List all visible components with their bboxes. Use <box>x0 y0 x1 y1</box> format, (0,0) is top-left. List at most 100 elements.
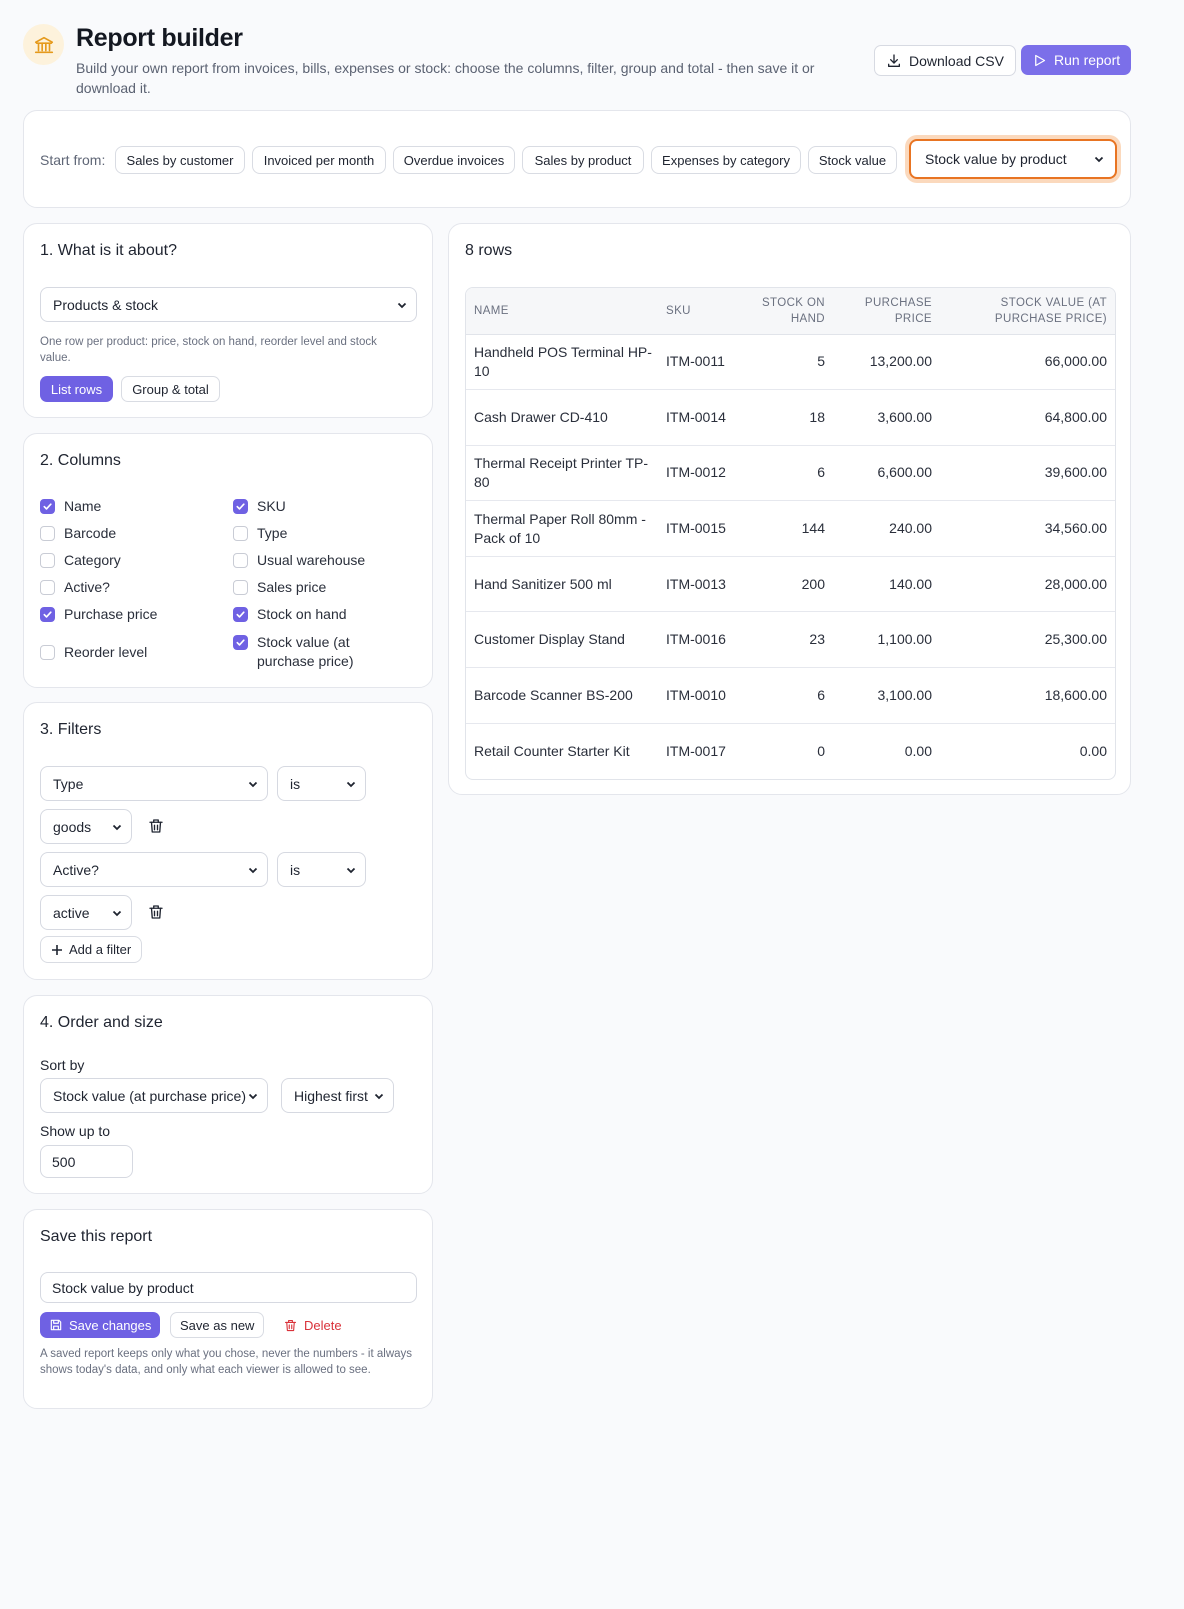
checkbox-checked[interactable] <box>40 499 55 514</box>
list-rows-button[interactable]: List rows <box>40 376 113 402</box>
trash-icon[interactable] <box>147 903 165 921</box>
show-up-to-label: Show up to <box>40 1123 111 1139</box>
checkbox-checked[interactable] <box>40 607 55 622</box>
column-checkbox-item[interactable]: Purchase price <box>40 605 157 624</box>
delete-button[interactable]: Delete <box>274 1312 351 1338</box>
cell-purchase-price: 3,100.00 <box>833 667 940 724</box>
cell-sku: ITM-0017 <box>666 742 726 759</box>
column-checkbox-item[interactable]: Sales price <box>233 578 403 597</box>
cell-stock-value: 64,800.00 <box>940 389 1115 446</box>
column-checkbox-item[interactable]: Stock on hand <box>233 605 403 624</box>
preset-chip-sales-by-product[interactable]: Sales by product <box>522 146 644 174</box>
cell-sku: ITM-0013 <box>666 556 736 613</box>
checkbox-unchecked[interactable] <box>40 526 55 541</box>
download-csv-label: Download CSV <box>909 52 1004 69</box>
column-checkbox-item[interactable]: Barcode <box>40 524 116 543</box>
cell-sku: ITM-0016 <box>666 611 736 669</box>
column-header-purchase-price[interactable]: Purchase price <box>833 288 940 335</box>
row-count: 8 rows <box>465 242 513 259</box>
column-header-stock-on-hand[interactable]: Stock on hand <box>736 288 833 335</box>
checkbox-checked[interactable] <box>233 607 248 622</box>
saved-report-value: Stock value by product <box>925 151 1067 167</box>
filter-value-select[interactable]: active <box>40 895 132 930</box>
column-checkbox-item[interactable]: Category <box>40 551 121 570</box>
filter-operator-select[interactable]: is <box>277 852 366 887</box>
cell-sku: ITM-0012 <box>666 445 736 502</box>
column-checkbox-item[interactable]: Usual warehouse <box>233 551 403 570</box>
check-icon <box>236 611 245 618</box>
column-checkbox-label: Purchase price <box>64 606 158 622</box>
cell-stock-on-hand: 6 <box>736 667 833 724</box>
cell-purchase-price: 6,600.00 <box>833 445 940 502</box>
column-header-name[interactable]: Name <box>466 288 666 335</box>
cell-stock-value: 28,000.00 <box>940 556 1115 613</box>
order-title: 4. Order and size <box>40 1014 163 1031</box>
table-row: Retail Counter Starter Kit ITM-0017 0 0.00 0… <box>466 723 1115 779</box>
sort-field-select[interactable]: Stock value (at purchase price) <box>40 1078 268 1113</box>
column-checkbox-label: SKU <box>257 498 286 514</box>
filter-operator-select[interactable]: is <box>277 766 366 801</box>
sort-direction-value: Highest first <box>294 1087 368 1104</box>
trash-icon <box>284 1319 297 1331</box>
trash-icon[interactable] <box>147 817 165 835</box>
run-report-button[interactable]: Run report <box>1021 45 1132 75</box>
table-header-row: Name SKU Stock on hand Purchase price St… <box>466 288 1115 335</box>
column-checkbox-item[interactable]: Type <box>233 524 403 543</box>
preset-chip-sales-by-customer[interactable]: Sales by customer <box>115 146 245 174</box>
checkbox-unchecked[interactable] <box>233 580 248 595</box>
sort-by-label: Sort by <box>40 1057 85 1073</box>
column-checkbox-item[interactable]: Active? <box>40 578 110 597</box>
filter-field-select[interactable]: Active? <box>40 852 268 887</box>
column-header-sku[interactable]: SKU <box>666 288 736 335</box>
preset-chip-overdue-invoices[interactable]: Overdue invoices <box>393 146 515 174</box>
chevron-down-icon <box>346 867 356 873</box>
save-note: A saved report keeps only what you chose… <box>40 1348 413 1376</box>
cell-sku: ITM-0011 <box>666 334 736 391</box>
group-total-button[interactable]: Group & total <box>121 376 220 402</box>
filter-field-select[interactable]: Type <box>40 766 268 801</box>
check-icon <box>43 611 52 618</box>
table-row: Thermal Paper Roll 80mm - Pack of 10 ITM-… <box>466 500 1115 557</box>
download-csv-button[interactable]: Download CSV <box>874 45 1016 76</box>
columns-section: 2. Columns Name SKU Barcode Type Category Usu… <box>23 433 433 688</box>
column-checkbox-item[interactable]: Reorder level <box>40 643 147 662</box>
data-source-select[interactable]: Products & stock <box>40 287 417 322</box>
report-name-input[interactable]: Stock value by product <box>40 1272 417 1303</box>
column-header-stock-value[interactable]: Stock value (at purchase price) <box>940 288 1115 335</box>
checkbox-unchecked[interactable] <box>40 645 55 660</box>
checkbox-unchecked[interactable] <box>40 553 55 568</box>
preset-chip-stock-value[interactable]: Stock value <box>808 146 897 174</box>
checkbox-checked[interactable] <box>233 499 248 514</box>
column-checkbox-item[interactable]: SKU <box>233 497 403 516</box>
results-table: Name SKU Stock on hand Purchase price St… <box>466 288 1115 779</box>
check-icon <box>236 639 245 646</box>
preset-chip-invoiced-per-month[interactable]: Invoiced per month <box>252 146 386 174</box>
filter-value-select[interactable]: goods <box>40 809 132 844</box>
cell-name: Thermal Paper Roll 80mm - Pack of 10 <box>466 500 666 557</box>
about-section: 1. What is it about? Products & stock On… <box>23 223 433 418</box>
cell-purchase-price: 3,600.00 <box>833 389 940 446</box>
column-checkbox-label: Usual warehouse <box>257 552 366 568</box>
page-title: Report builder <box>76 24 243 52</box>
cell-stock-value: 39,600.00 <box>940 445 1115 502</box>
save-title: Save this report <box>40 1228 153 1245</box>
cell-stock-on-hand: 5 <box>736 334 833 391</box>
sort-direction-select[interactable]: Highest first <box>281 1078 394 1113</box>
checkbox-unchecked[interactable] <box>233 526 248 541</box>
column-checkbox-label: Name <box>64 498 102 514</box>
filter-value: goods <box>53 818 92 835</box>
saved-report-select[interactable]: Stock value by product <box>909 139 1117 179</box>
filter-field-value: Active? <box>53 861 99 878</box>
checkbox-checked[interactable] <box>233 635 248 650</box>
column-checkbox-label: Active? <box>64 579 110 595</box>
column-checkbox-item[interactable]: Stock value (at purchase price) <box>233 633 403 671</box>
checkbox-unchecked[interactable] <box>233 553 248 568</box>
cell-name: Cash Drawer CD-410 <box>466 389 666 446</box>
checkbox-unchecked[interactable] <box>40 580 55 595</box>
add-filter-button[interactable]: Add a filter <box>40 936 143 963</box>
column-checkbox-item[interactable]: Name <box>40 497 101 516</box>
save-changes-button[interactable]: Save changes <box>40 1312 161 1338</box>
preset-chip-expenses-by-category[interactable]: Expenses by category <box>651 146 801 174</box>
row-limit-input[interactable]: 500 <box>40 1145 133 1178</box>
save-as-new-button[interactable]: Save as new <box>170 1312 265 1338</box>
